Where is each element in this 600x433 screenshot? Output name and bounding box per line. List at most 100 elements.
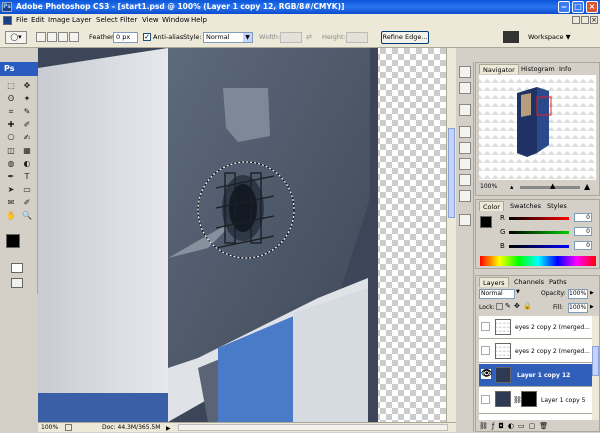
info-icon[interactable] [459,214,471,226]
new-layer-icon[interactable]: ▢ [529,422,540,430]
notes-tool[interactable]: ✉ [4,197,18,209]
crop-tool[interactable]: ⌗ [4,106,18,118]
zoom-tool[interactable]: 🔍 [20,210,34,222]
feather-input[interactable]: 0 px [113,32,138,43]
screen-mode-icon[interactable] [11,278,23,288]
actions-icon[interactable] [459,158,471,170]
tab-navigator[interactable]: Navigator [479,64,519,74]
zoom-out-icon[interactable]: ▴ [510,183,514,191]
tool-presets-icon[interactable] [459,104,471,116]
scroll-thumb[interactable] [448,128,455,218]
doc-close-button[interactable]: × [590,16,598,24]
gradient-tool[interactable]: ▦ [20,145,34,157]
menu-help[interactable]: Help [191,14,207,27]
layer-row[interactable]: ⛓ Layer 1 copy 5 [479,388,592,414]
new-group-icon[interactable]: ▭ [518,422,529,430]
document-icon[interactable] [3,16,12,25]
tab-layers[interactable]: Layers [479,277,509,287]
menu-image[interactable]: Image [48,14,70,27]
channel-g-input[interactable]: 0 [574,227,592,236]
pen-tool[interactable]: ✒ [4,171,18,183]
layers-scrollbar[interactable] [592,316,599,420]
visibility-toggle[interactable] [481,346,490,355]
eraser-tool[interactable]: ◫ [4,145,18,157]
tab-color[interactable]: Color [479,201,504,211]
opacity-input[interactable]: 100% [568,289,588,299]
layer-row[interactable]: eyes 2 copy 2 (merged... [479,340,592,363]
fill-arrow-icon[interactable]: ▶ [590,304,594,310]
color-foreground-swatch[interactable] [480,216,492,228]
visibility-toggle[interactable] [481,322,490,331]
channel-r-slider[interactable] [509,217,569,220]
layers-scroll-thumb[interactable] [592,346,599,376]
new-selection-icon[interactable] [36,32,46,42]
menu-window[interactable]: Window [162,14,190,27]
menu-select[interactable]: Select [96,14,118,27]
layer-row[interactable]: eyes 2 copy 2 (merged... [479,316,592,339]
tab-paths[interactable]: Paths [546,277,570,287]
layer-mask-thumbnail[interactable] [521,391,537,407]
navigator-zoom-value[interactable]: 100% [480,183,497,190]
status-zoom[interactable]: 100% [41,423,58,432]
path-selection-tool[interactable]: ➤ [4,184,18,196]
doc-restore-button[interactable] [581,16,589,24]
height-input[interactable] [346,32,368,43]
quick-mask-icon[interactable] [11,263,23,273]
dodge-tool[interactable]: ◐ [20,158,34,170]
add-mask-icon[interactable]: ◘ [498,422,508,430]
layer-row-selected[interactable]: 👁 Layer 1 copy 12 [479,364,592,387]
adjustment-layer-icon[interactable]: ◐ [508,422,518,430]
slider-thumb-icon[interactable]: ▲ [550,182,555,190]
swap-icon[interactable]: ⇄ [306,33,312,41]
tab-histogram[interactable]: Histogram [518,64,558,74]
magic-wand-tool[interactable]: ✦ [20,93,34,105]
foreground-color-swatch[interactable] [6,234,20,248]
menu-filter[interactable]: Filter [120,14,137,27]
add-selection-icon[interactable] [47,32,57,42]
refine-edge-button[interactable]: Refine Edge... [381,31,429,44]
clone-stamp-tool[interactable]: ⎔ [4,132,18,144]
channel-b-slider[interactable] [509,245,569,248]
intersect-selection-icon[interactable] [69,32,79,42]
menu-edit[interactable]: Edit [31,14,45,27]
channel-r-input[interactable]: 0 [574,213,592,222]
tab-info[interactable]: Info [556,64,574,74]
eye-icon[interactable]: 👁 [481,369,492,379]
eyedropper-tool[interactable]: ✐ [20,197,34,209]
lock-position-icon[interactable]: ✥ [514,302,520,310]
tab-swatches[interactable]: Swatches [507,201,544,211]
subtract-selection-icon[interactable] [58,32,68,42]
style-select[interactable]: Normal ▼ [203,32,253,43]
marquee-tool[interactable]: ⬚ [4,80,18,92]
blend-mode-select[interactable]: Normal [479,289,515,299]
history-brush-tool[interactable]: ✍ [20,132,34,144]
clone-source-icon[interactable] [459,82,471,94]
tab-channels[interactable]: Channels [511,277,547,287]
visibility-toggle[interactable] [481,395,490,404]
width-input[interactable] [280,32,302,43]
healing-brush-tool[interactable]: ✚ [4,119,18,131]
menu-file[interactable]: File [16,14,28,27]
slice-tool[interactable]: ✎ [20,106,34,118]
menu-layer[interactable]: Layer [72,14,92,27]
fill-input[interactable]: 100% [568,303,588,313]
canvas-vertical-scrollbar[interactable] [446,48,456,422]
link-layers-icon[interactable]: ⛓ [479,422,492,430]
history-icon[interactable] [459,142,471,154]
move-tool[interactable]: ✥ [20,80,34,92]
channel-b-input[interactable]: 0 [574,241,592,250]
shape-tool[interactable]: ▭ [20,184,34,196]
tab-styles[interactable]: Styles [544,201,570,211]
lock-transparency-icon[interactable] [496,303,503,310]
maximize-button[interactable]: □ [572,1,584,13]
brushes-icon[interactable] [459,66,471,78]
navigator-preview[interactable] [479,75,596,180]
minimize-button[interactable]: ‒ [558,1,570,13]
lock-pixels-icon[interactable]: ✎ [505,302,511,310]
marquee-preset-icon[interactable]: ◯▾ [5,31,27,44]
horizontal-scrollbar[interactable] [178,424,448,431]
blend-chevron-down-icon[interactable]: ▼ [516,289,520,295]
close-button[interactable]: × [586,1,598,13]
menu-view[interactable]: View [142,14,159,27]
hand-tool[interactable]: ✋ [4,210,18,222]
